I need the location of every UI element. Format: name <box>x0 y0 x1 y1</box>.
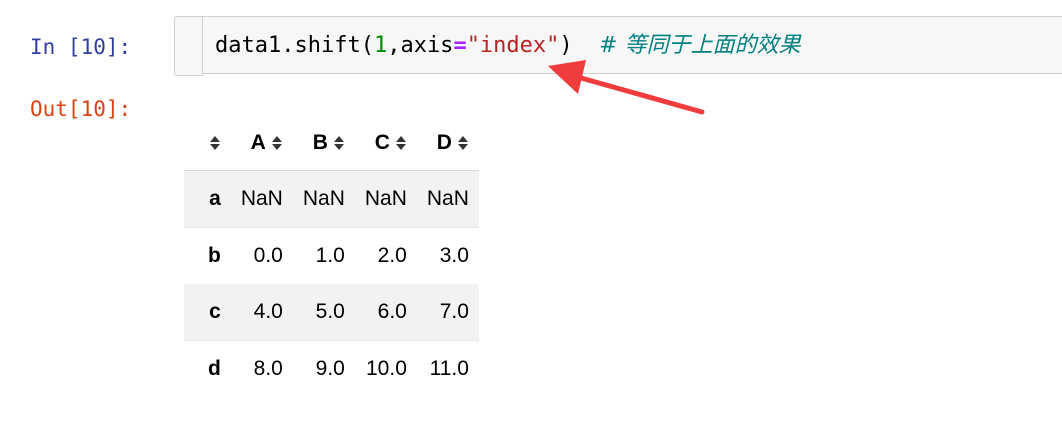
table-cell: 8.0 <box>253 357 283 380</box>
column-header-label: D <box>436 131 452 154</box>
column-header[interactable]: A <box>230 116 293 171</box>
column-header[interactable]: D <box>416 116 479 171</box>
sort-icon[interactable] <box>457 135 469 151</box>
table-cell: 0.0 <box>253 244 283 267</box>
index-column-header[interactable] <box>184 116 231 171</box>
code-token-close: ) <box>559 33 600 58</box>
code-token-operator: = <box>453 33 467 58</box>
input-prompt: In [10]: <box>30 35 132 59</box>
sort-icon[interactable] <box>271 135 283 151</box>
column-header-label: C <box>374 131 390 154</box>
sort-icon[interactable] <box>395 135 407 151</box>
code-token-string: "index" <box>466 33 560 58</box>
table-cell: 6.0 <box>354 284 417 341</box>
code-token-kwarg: ,axis <box>387 33 454 58</box>
table-header-row: A B C D <box>184 116 479 171</box>
table-cell: 5.0 <box>292 284 355 341</box>
table-cell: 1.0 <box>315 244 345 267</box>
table-cell: 10.0 <box>366 357 407 380</box>
row-index: c <box>184 284 231 341</box>
table-cell: 9.0 <box>315 357 345 380</box>
cell-gutter[interactable] <box>174 16 203 76</box>
code-token-number: 1 <box>373 33 388 58</box>
table-cell: 11.0 <box>429 357 469 380</box>
dataframe-table: A B C D a NaN NaN NaN NaN b 0.0 1.0 2.0 … <box>184 116 479 397</box>
column-header-label: B <box>312 131 328 154</box>
code-line[interactable]: data1.shift(1,axis="index") # 等同于上面的效果 <box>215 32 801 60</box>
table-row: b 0.0 1.0 2.0 3.0 <box>184 228 479 285</box>
table-cell: NaN <box>292 170 355 228</box>
row-index: a <box>184 170 231 228</box>
table-cell: 2.0 <box>377 244 407 267</box>
table-cell: 4.0 <box>230 284 293 341</box>
column-header[interactable]: B <box>292 116 355 171</box>
row-index: b <box>208 244 221 267</box>
table-cell: NaN <box>230 170 293 228</box>
table-row: c 4.0 5.0 6.0 7.0 <box>184 284 479 341</box>
sort-icon[interactable] <box>209 135 221 151</box>
column-header[interactable]: C <box>354 116 417 171</box>
table-cell: NaN <box>416 170 479 228</box>
table-row: d 8.0 9.0 10.0 11.0 <box>184 341 479 398</box>
table-row: a NaN NaN NaN NaN <box>184 170 479 228</box>
column-header-label: A <box>250 131 266 154</box>
sort-icon[interactable] <box>333 135 345 151</box>
output-prompt: Out[10]: <box>30 97 132 121</box>
code-token-call: data1.shift( <box>215 33 374 58</box>
row-index: d <box>208 357 221 380</box>
table-cell: 3.0 <box>439 244 469 267</box>
table-cell: NaN <box>354 170 417 228</box>
code-comment: # 等同于上面的效果 <box>599 33 801 58</box>
table-cell: 7.0 <box>416 284 479 341</box>
red-arrow-annotation-icon <box>548 60 705 115</box>
